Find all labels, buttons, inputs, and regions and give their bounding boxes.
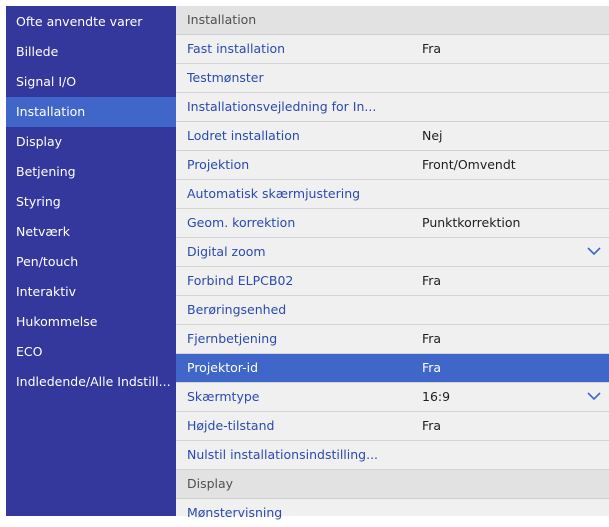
settings-menu: Ofte anvendte varer Billede Signal I/O I… xyxy=(6,6,609,520)
setting-label: Testmønster xyxy=(187,70,264,85)
sidebar-item-initial-all-settings[interactable]: Indledende/Alle Indstill... xyxy=(6,367,176,397)
setting-label: Digital zoom xyxy=(187,244,266,259)
sidebar-item-installation[interactable]: Installation xyxy=(6,97,176,127)
setting-row-reset-installation[interactable]: Nulstil installationsindstilling... xyxy=(176,441,609,470)
sidebar-item-interactive[interactable]: Interaktiv xyxy=(6,277,176,307)
setting-row-pattern-display[interactable]: Mønstervisning xyxy=(176,499,609,527)
section-header-display: Display xyxy=(176,470,609,499)
setting-label: Fjernbetjening xyxy=(187,331,278,346)
setting-row-altitude-mode[interactable]: Højde-tilstand Fra xyxy=(176,412,609,441)
sidebar-item-signal-io[interactable]: Signal I/O xyxy=(6,67,176,97)
setting-row-connect-elpcb02[interactable]: Forbind ELPCB02 Fra xyxy=(176,267,609,296)
setting-label: Skærmtype xyxy=(187,389,260,404)
chevron-down-icon[interactable] xyxy=(587,391,601,401)
setting-label: Automatisk skærmjustering xyxy=(187,186,361,201)
setting-label: Berøringsenhed xyxy=(187,302,287,317)
setting-label: Nulstil installationsindstilling... xyxy=(187,447,379,462)
setting-row-projector-id[interactable]: Projektor-id Fra xyxy=(176,354,609,383)
setting-row-remote-control[interactable]: Fjernbetjening Fra xyxy=(176,325,609,354)
setting-value: Punktkorrektion xyxy=(422,215,521,230)
setting-value: Fra xyxy=(422,418,442,433)
setting-label: Projektion xyxy=(187,157,250,172)
setting-row-touch-unit[interactable]: Berøringsenhed xyxy=(176,296,609,325)
section-title: Installation xyxy=(187,12,257,27)
setting-value: Fra xyxy=(422,273,442,288)
setting-label: Installationsvejledning for In... xyxy=(187,99,377,114)
sidebar-item-control[interactable]: Styring xyxy=(6,187,176,217)
sidebar-item-network[interactable]: Netværk xyxy=(6,217,176,247)
section-title: Display xyxy=(187,476,234,491)
sidebar-item-eco[interactable]: ECO xyxy=(6,337,176,367)
setting-value: 16:9 xyxy=(422,389,451,404)
sidebar-item-operation[interactable]: Betjening xyxy=(6,157,176,187)
setting-row-vertical-installation[interactable]: Lodret installation Nej xyxy=(176,122,609,151)
setting-row-digital-zoom[interactable]: Digital zoom xyxy=(176,238,609,267)
setting-label: Fast installation xyxy=(187,41,286,56)
sidebar-item-image[interactable]: Billede xyxy=(6,37,176,67)
setting-label: Forbind ELPCB02 xyxy=(187,273,294,288)
sidebar-item-pen-touch[interactable]: Pen/touch xyxy=(6,247,176,277)
sidebar: Ofte anvendte varer Billede Signal I/O I… xyxy=(6,6,176,516)
setting-value: Fra xyxy=(422,41,442,56)
setting-label: Højde-tilstand xyxy=(187,418,275,433)
setting-label: Geom. korrektion xyxy=(187,215,296,230)
setting-row-geometry-correction[interactable]: Geom. korrektion Punktkorrektion xyxy=(176,209,609,238)
setting-row-projection[interactable]: Projektion Front/Omvendt xyxy=(176,151,609,180)
setting-label: Lodret installation xyxy=(187,128,300,143)
setting-row-test-pattern[interactable]: Testmønster xyxy=(176,64,609,93)
setting-row-fixed-installation[interactable]: Fast installation Fra xyxy=(176,35,609,64)
chevron-down-icon[interactable] xyxy=(587,246,601,256)
section-header-installation: Installation xyxy=(176,6,609,35)
sidebar-item-memory[interactable]: Hukommelse xyxy=(6,307,176,337)
setting-value: Nej xyxy=(422,128,443,143)
sidebar-item-frequently-used[interactable]: Ofte anvendte varer xyxy=(6,7,176,37)
setting-label: Projektor-id xyxy=(187,360,259,375)
setting-row-screen-type[interactable]: Skærmtype 16:9 xyxy=(176,383,609,412)
setting-label: Mønstervisning xyxy=(187,505,283,520)
setting-value: Fra xyxy=(422,331,442,346)
sidebar-item-display[interactable]: Display xyxy=(6,127,176,157)
setting-row-auto-screen-fit[interactable]: Automatisk skærmjustering xyxy=(176,180,609,209)
setting-value: Front/Omvendt xyxy=(422,157,516,172)
setting-row-installation-guide[interactable]: Installationsvejledning for In... xyxy=(176,93,609,122)
settings-panel: Installation Fast installation Fra Testm… xyxy=(176,6,609,520)
setting-value: Fra xyxy=(422,360,442,375)
